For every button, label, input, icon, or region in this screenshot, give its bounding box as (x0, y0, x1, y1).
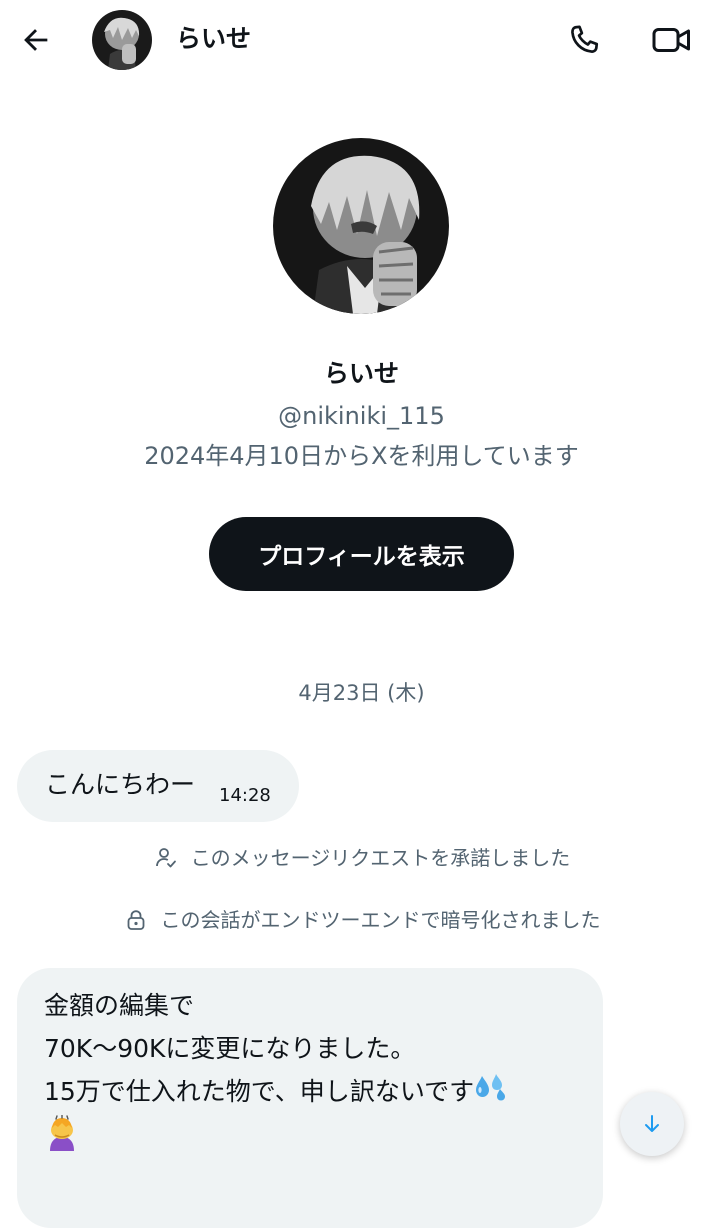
message-text: 金額の編集で 70K～90Kに変更になりました。 15万で仕入れた物で、申し訳な… (44, 984, 589, 1164)
header-avatar[interactable] (92, 10, 152, 70)
person-check-icon (153, 845, 179, 871)
message-time: 14:28 (219, 785, 271, 806)
phone-icon (571, 25, 599, 53)
scroll-to-bottom-button[interactable] (620, 1092, 684, 1156)
system-message-text: このメッセージリクエストを承諾しました (190, 846, 571, 870)
arrow-down-icon (645, 1115, 659, 1132)
message-text: こんにちわー (45, 770, 196, 799)
message-line (44, 1113, 589, 1164)
voice-call-button[interactable] (560, 16, 608, 64)
profile-name: らいせ (323, 359, 399, 388)
message-line: 15万で仕入れた物で、申し訳ないです (44, 1070, 589, 1115)
message-line-text: 15万で仕入れた物で、申し訳ないです (44, 1077, 475, 1106)
video-camera-icon (652, 28, 690, 52)
profile-joined-date: 2024年4月10日からXを利用しています (144, 442, 579, 470)
avatar-image (273, 138, 449, 314)
arrow-left-icon (24, 29, 48, 51)
conversation-header: らいせ (0, 0, 723, 80)
system-message-encrypted: この会話がエンドツーエンドで暗号化されました (0, 905, 723, 935)
message-bubble[interactable]: こんにちわー 14:28 (17, 750, 299, 822)
profile-avatar[interactable] (273, 138, 449, 314)
avatar-image (92, 10, 152, 70)
system-message-text: この会話がエンドツーエンドで暗号化されました (160, 908, 601, 932)
profile-handle: @nikiniki_115 (278, 402, 445, 430)
video-call-button[interactable] (644, 16, 700, 64)
back-button[interactable] (14, 18, 58, 62)
message-line: 70K～90Kに変更になりました。 (44, 1034, 416, 1063)
woman-bowing-emoji (44, 1113, 80, 1164)
system-message-request-accepted: このメッセージリクエストを承諾しました (0, 843, 723, 873)
date-separator: 4月23日 (木) (298, 681, 425, 705)
message-bubble[interactable]: 金額の編集で 70K～90Kに変更になりました。 15万で仕入れた物で、申し訳な… (17, 968, 603, 1228)
sweat-droplets-emoji (474, 1072, 508, 1115)
header-contact-name[interactable]: らいせ (176, 22, 251, 56)
message-line: 金額の編集で (44, 991, 195, 1020)
view-profile-button[interactable]: プロフィールを表示 (209, 517, 514, 591)
lock-icon (123, 907, 149, 933)
